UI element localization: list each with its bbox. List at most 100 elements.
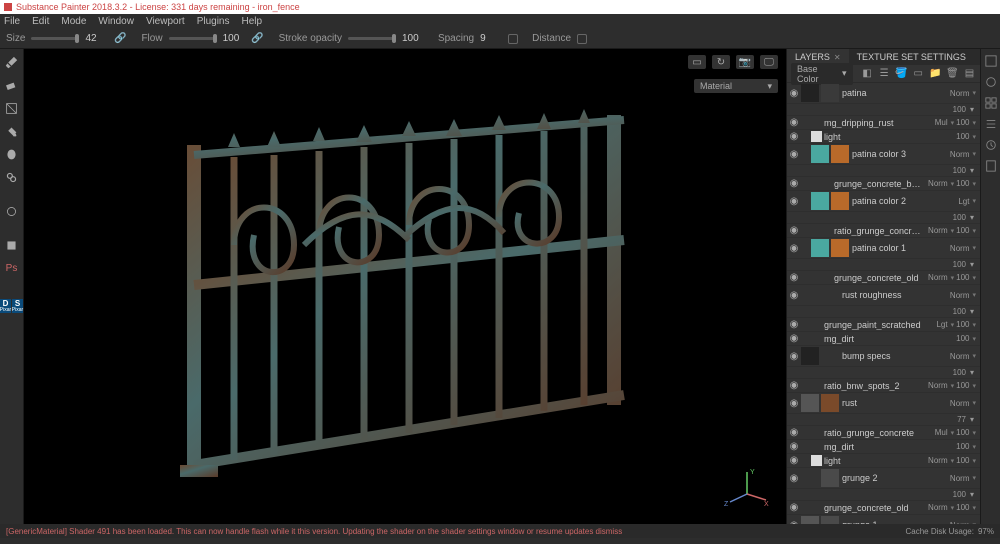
visibility-icon[interactable]: ◉ [787, 455, 801, 466]
layer-opacity[interactable]: 100 [956, 179, 969, 188]
layer-name[interactable]: ratio_grunge_concr… [834, 226, 928, 236]
blend-mode[interactable]: Norm [950, 521, 970, 525]
layer-mask-thumb[interactable] [801, 347, 819, 365]
layer-mask-thumb[interactable] [801, 394, 819, 412]
layer-effect[interactable]: ◉light100▾ [787, 130, 980, 144]
layer-item[interactable]: ◉patina color 3Norm▾ [787, 144, 980, 165]
layer-opacity[interactable]: 100 [956, 334, 969, 343]
layer-item[interactable]: ◉rustNorm▾ [787, 393, 980, 414]
flow-link-icon[interactable]: 🔗 [251, 32, 265, 46]
history-icon[interactable] [983, 137, 998, 152]
material-picker-tool[interactable] [3, 202, 21, 220]
layer-opacity-row[interactable]: 100▾ [787, 259, 980, 271]
layer-opacity-row[interactable]: 100▾ [787, 367, 980, 379]
layer-mask-thumb[interactable] [811, 319, 822, 330]
visibility-icon[interactable]: ◉ [787, 502, 801, 513]
visibility-icon[interactable]: ◉ [787, 149, 801, 160]
menu-edit[interactable]: Edit [32, 16, 49, 27]
flow-value[interactable]: 100 [223, 33, 245, 44]
layer-item[interactable]: ◉grunge 2Norm▾ [787, 468, 980, 489]
layer-name[interactable]: patina color 1 [852, 243, 950, 253]
layer-mask-thumb[interactable] [811, 427, 822, 438]
layer-name[interactable]: mg_dirt [824, 334, 956, 344]
layer-effect[interactable]: ◉grunge_concrete_oldNorm▾100▾ [787, 501, 980, 515]
layer-mask-thumb[interactable] [811, 455, 822, 466]
blend-mode[interactable]: Norm [928, 503, 948, 512]
layer-effect[interactable]: ◉mg_dirt100▾ [787, 332, 980, 346]
display-icon[interactable] [983, 74, 998, 89]
layer-mask-thumb[interactable] [811, 502, 822, 513]
projection-tool[interactable] [3, 99, 21, 117]
size-slider[interactable] [31, 37, 79, 40]
blend-mode[interactable]: Lgt [936, 320, 947, 329]
layer-mask-thumb[interactable] [811, 441, 822, 452]
layer-name[interactable]: mg_dirt [824, 442, 956, 452]
layer-thumb[interactable] [831, 145, 849, 163]
layer-mask-thumb[interactable] [811, 380, 822, 391]
layer-item[interactable]: ◉patina color 1Norm▾ [787, 238, 980, 259]
layer-opacity[interactable]: 100 [956, 428, 969, 437]
layer-effect[interactable]: ◉ratio_bnw_spots_2Norm▾100▾ [787, 379, 980, 393]
layer-opacity-row[interactable]: 100▾ [787, 212, 980, 224]
layer-opacity-row[interactable]: 100▾ [787, 306, 980, 318]
blend-mode[interactable]: Norm [950, 291, 970, 300]
blend-mode[interactable]: Norm [950, 244, 970, 253]
eraser-tool[interactable] [3, 76, 21, 94]
layer-mask-thumb[interactable] [811, 131, 822, 142]
layer-name[interactable]: ratio_grunge_concrete [824, 428, 935, 438]
clone-tool[interactable] [3, 168, 21, 186]
add-effect-icon[interactable]: ◧ [861, 67, 874, 81]
blend-mode[interactable]: Norm [950, 150, 970, 159]
layer-effect[interactable]: ◉grunge_paint_scratchedLgt▾100▾ [787, 318, 980, 332]
layer-name[interactable]: light [824, 456, 928, 466]
iray-tool[interactable]: Ps [3, 259, 21, 277]
layer-item[interactable]: ◉rust roughnessNorm▾ [787, 285, 980, 306]
viewport-3d[interactable]: ▭ ↻ 📷 🖵 Material▾ [24, 49, 786, 524]
viewport-rotate-icon[interactable]: ↻ [712, 55, 730, 69]
visibility-icon[interactable]: ◉ [787, 520, 801, 525]
material-selector[interactable]: Material▾ [694, 79, 778, 93]
pixar-plugin[interactable]: DPixar SPixar [0, 299, 23, 313]
blend-mode[interactable]: Norm [928, 381, 948, 390]
spacing-value[interactable]: 9 [480, 33, 502, 44]
layer-name[interactable]: mg_dripping_rust [824, 118, 935, 128]
properties-icon[interactable] [983, 116, 998, 131]
log-icon[interactable] [983, 158, 998, 173]
layer-opacity[interactable]: 100 [956, 442, 969, 451]
layer-name[interactable]: patina color 2 [852, 196, 958, 206]
visibility-icon[interactable]: ◉ [787, 398, 801, 409]
visibility-icon[interactable]: ◉ [787, 243, 801, 254]
layer-thumb[interactable] [821, 516, 839, 524]
layer-opacity-row[interactable]: 100▾ [787, 165, 980, 177]
layer-name[interactable]: light [824, 132, 956, 142]
spacing-checkbox[interactable] [508, 34, 518, 44]
blend-mode[interactable]: Norm [928, 179, 948, 188]
layer-thumb[interactable] [831, 239, 849, 257]
layer-mask-thumb[interactable] [811, 239, 829, 257]
layer-name[interactable]: grunge_concrete_b… [834, 179, 928, 189]
close-icon[interactable]: ✕ [834, 53, 841, 62]
visibility-icon[interactable]: ◉ [787, 380, 801, 391]
brush-tool[interactable] [3, 53, 21, 71]
visibility-icon[interactable]: ◉ [787, 117, 801, 128]
layer-opacity[interactable]: 100 [956, 456, 969, 465]
layer-name[interactable]: grunge 1 [842, 520, 950, 524]
layer-thumb[interactable] [821, 394, 839, 412]
viewport-perspective-icon[interactable]: ▭ [688, 55, 706, 69]
layer-opacity[interactable]: 100 [956, 320, 969, 329]
blend-mode[interactable]: Norm [928, 273, 948, 282]
visibility-icon[interactable]: ◉ [787, 196, 801, 207]
layer-name[interactable]: grunge_concrete_old [834, 273, 928, 283]
visibility-icon[interactable]: ◉ [787, 88, 801, 99]
layer-mask-thumb[interactable] [811, 145, 829, 163]
layer-name[interactable]: ratio_bnw_spots_2 [824, 381, 928, 391]
layer-name[interactable]: grunge_concrete_old [824, 503, 928, 513]
visibility-icon[interactable]: ◉ [787, 333, 801, 344]
quick-mask-tool[interactable] [3, 236, 21, 254]
menu-viewport[interactable]: Viewport [146, 16, 185, 27]
add-fill-layer-icon[interactable]: 🪣 [895, 67, 908, 81]
layer-name[interactable]: patina [842, 88, 950, 98]
flow-slider[interactable] [169, 37, 217, 40]
layer-menu-icon[interactable]: ▤ [963, 67, 976, 81]
layer-mask-thumb[interactable] [821, 225, 832, 236]
